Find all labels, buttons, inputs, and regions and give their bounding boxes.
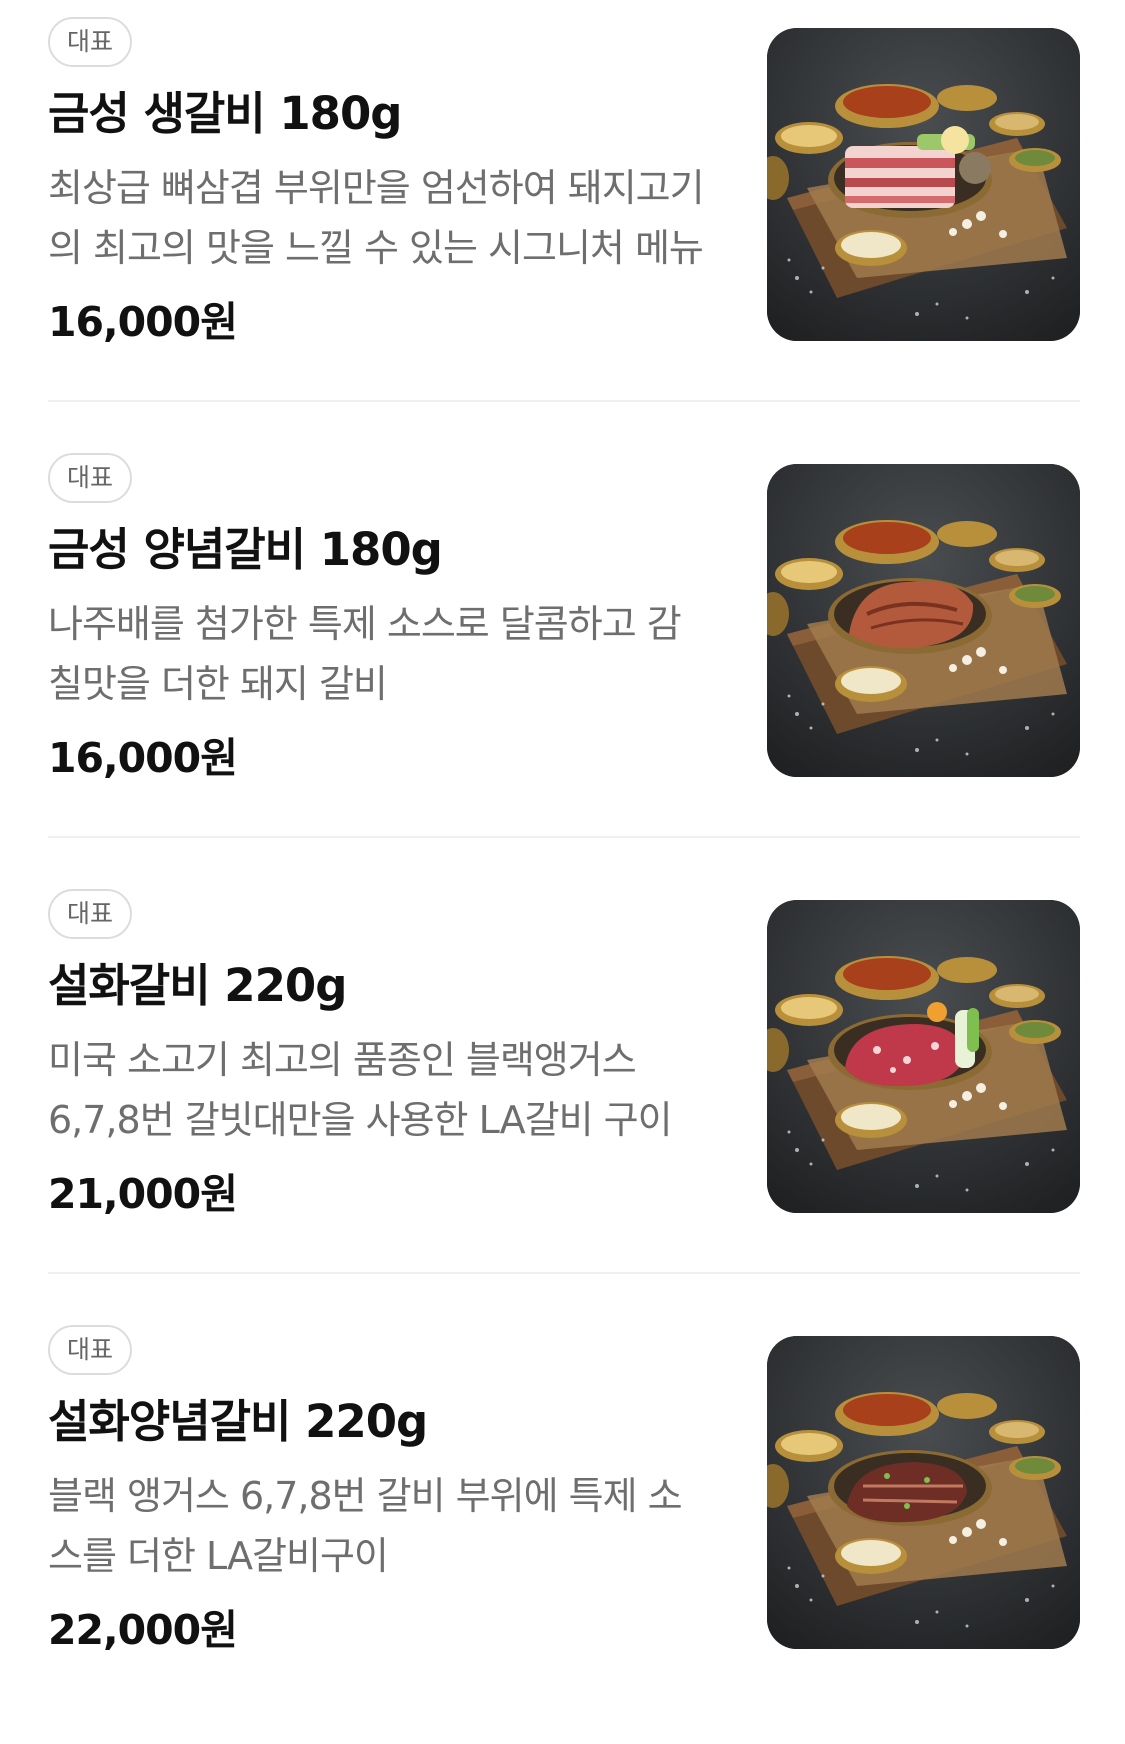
divider <box>48 836 1080 838</box>
menu-item-price: 21,000원 <box>48 1170 238 1218</box>
menu-item-description: 미국 소고기 최고의 품종인 블랙앵거스 6,7,8번 갈빗대만을 사용한 LA… <box>48 1038 673 1142</box>
divider <box>48 400 1080 402</box>
menu-item-photo[interactable] <box>767 464 1080 777</box>
menu-item-name: 설화양념갈비 220g <box>48 1395 428 1448</box>
menu-item-price: 16,000원 <box>48 734 238 782</box>
menu-list: 대표 금성 생갈비 180g 최상급 뼈삼겹 부위만을 엄선하여 돼지고기의 최… <box>0 0 1125 1689</box>
menu-item-price: 22,000원 <box>48 1606 238 1654</box>
menu-item[interactable]: 대표 설화양념갈비 220g 블랙 앵거스 6,7,8번 갈비 부위에 특제 소… <box>48 1308 1080 1744</box>
menu-item-name: 금성 생갈비 180g <box>48 87 402 140</box>
signature-badge: 대표 <box>48 453 132 503</box>
signature-badge: 대표 <box>48 1325 132 1375</box>
menu-item-name: 설화갈비 220g <box>48 959 347 1012</box>
menu-item[interactable]: 대표 금성 생갈비 180g 최상급 뼈삼겹 부위만을 엄선하여 돼지고기의 최… <box>48 0 1080 436</box>
menu-item-photo[interactable] <box>767 900 1080 1213</box>
menu-item-name: 금성 양념갈비 180g <box>48 523 443 576</box>
signature-badge: 대표 <box>48 17 132 67</box>
menu-item-description: 최상급 뼈삼겹 부위만을 엄선하여 돼지고기의 최고의 맛을 느낄 수 있는 시… <box>48 166 705 270</box>
divider <box>48 1272 1080 1274</box>
menu-item-price: 16,000원 <box>48 298 238 346</box>
menu-item-photo[interactable] <box>767 28 1080 341</box>
menu-item-description: 나주배를 첨가한 특제 소스로 달콤하고 감칠맛을 더한 돼지 갈비 <box>48 602 682 706</box>
signature-badge: 대표 <box>48 889 132 939</box>
menu-item[interactable]: 대표 설화갈비 220g 미국 소고기 최고의 품종인 블랙앵거스 6,7,8번… <box>48 872 1080 1308</box>
menu-item[interactable]: 대표 금성 양념갈비 180g 나주배를 첨가한 특제 소스로 달콤하고 감칠맛… <box>48 436 1080 872</box>
menu-item-photo[interactable] <box>767 1336 1080 1649</box>
menu-item-description: 블랙 앵거스 6,7,8번 갈비 부위에 특제 소스를 더한 LA갈비구이 <box>48 1474 683 1578</box>
